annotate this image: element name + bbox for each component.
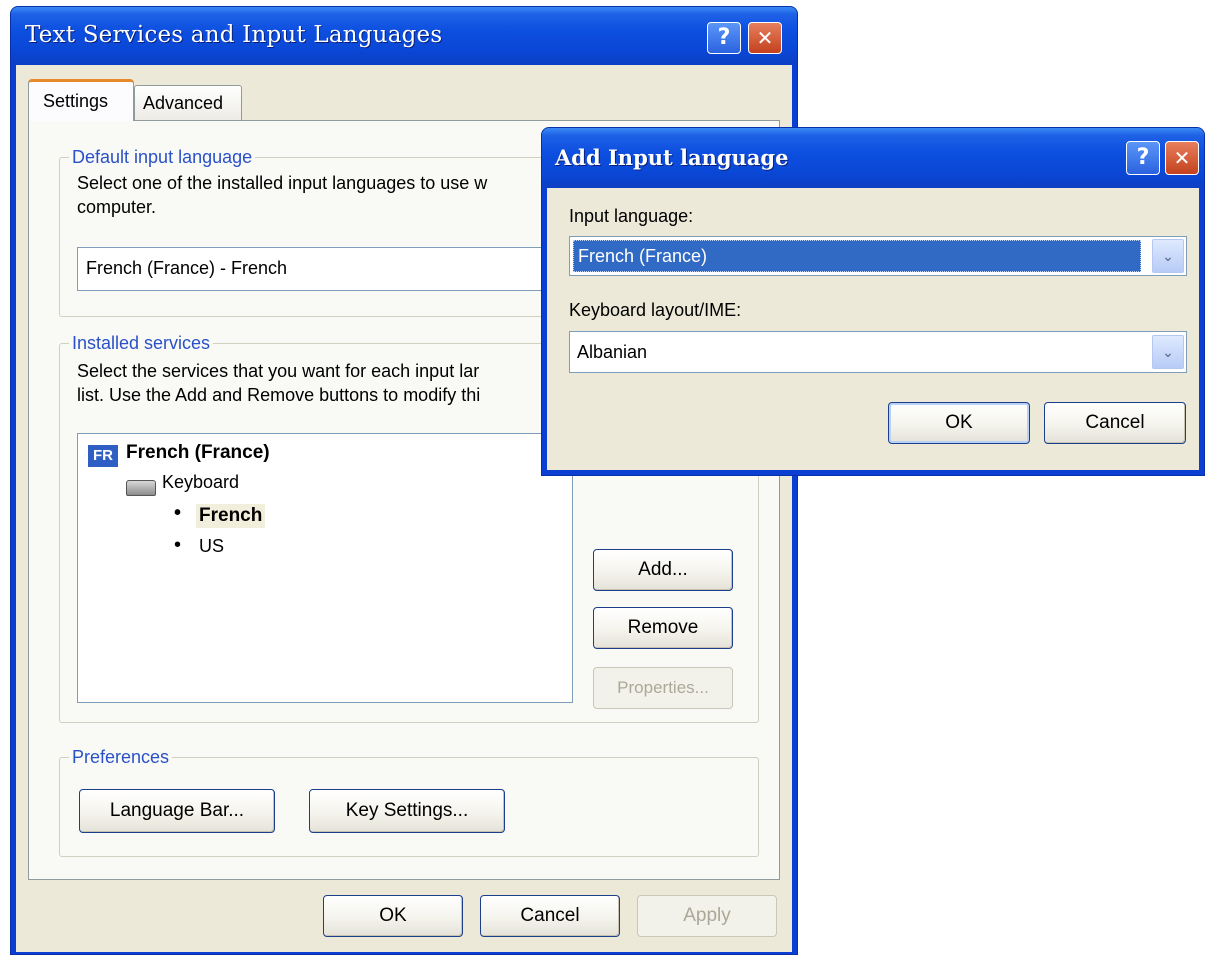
tree-bullet-french: • xyxy=(174,502,182,524)
help-icon[interactable]: ? xyxy=(707,22,741,54)
tab-advanced[interactable]: Advanced xyxy=(134,85,242,121)
key-settings-button[interactable]: Key Settings... xyxy=(309,789,505,833)
chevron-down-icon[interactable]: ⌄ xyxy=(1152,239,1184,273)
tree-item-keyboard[interactable]: Keyboard xyxy=(162,472,239,493)
tab-advanced-label: Advanced xyxy=(143,93,224,113)
add-dialog-titlebar[interactable]: Add Input language ? ✕ xyxy=(542,128,1204,188)
tree-item-layout-french[interactable]: French xyxy=(196,504,266,528)
keyboard-layout-label: Keyboard layout/IME: xyxy=(569,300,742,320)
default-language-combo[interactable]: French (France) - French xyxy=(77,247,547,291)
add-dialog-title: Add Input language xyxy=(555,145,789,170)
default-language-value: French (France) - French xyxy=(86,258,288,278)
default-language-group-label: Default input language xyxy=(69,147,256,168)
tab-settings[interactable]: Settings xyxy=(28,79,134,121)
add-dialog-ok-button[interactable]: OK xyxy=(888,402,1030,444)
installed-services-description-line2: list. Use the Add and Remove buttons to … xyxy=(77,385,481,405)
default-language-description-line2: computer. xyxy=(77,197,157,217)
main-titlebar[interactable]: Text Services and Input Languages ? ✕ xyxy=(11,7,797,65)
add-button[interactable]: Add... xyxy=(593,549,733,591)
tab-settings-label: Settings xyxy=(43,91,109,111)
input-language-label: Input language: xyxy=(569,206,694,226)
input-language-combo[interactable]: French (France) ⌄ xyxy=(569,236,1187,276)
main-cancel-button[interactable]: Cancel xyxy=(480,895,620,937)
default-language-description-line1: Select one of the installed input langua… xyxy=(77,173,488,193)
close-icon[interactable]: ✕ xyxy=(1165,141,1199,175)
add-dialog-client-area: Input language: French (France) ⌄ Keyboa… xyxy=(547,188,1199,470)
add-dialog-cancel-button[interactable]: Cancel xyxy=(1044,402,1186,444)
properties-button[interactable]: Properties... xyxy=(593,667,733,709)
help-icon[interactable]: ? xyxy=(1126,141,1160,175)
close-icon[interactable]: ✕ xyxy=(748,22,782,54)
main-dialog-title: Text Services and Input Languages xyxy=(25,22,443,48)
tree-item-layout-us[interactable]: US xyxy=(199,536,224,557)
language-badge-icon: FR xyxy=(88,445,118,467)
main-ok-button[interactable]: OK xyxy=(323,895,463,937)
input-language-selection: French (France) xyxy=(573,240,1141,272)
keyboard-icon xyxy=(126,480,156,496)
tree-item-language[interactable]: French (France) xyxy=(126,442,270,464)
chevron-down-icon[interactable]: ⌄ xyxy=(1152,335,1184,369)
keyboard-layout-value: Albanian xyxy=(577,342,648,362)
keyboard-layout-combo[interactable]: Albanian ⌄ xyxy=(569,331,1187,373)
language-bar-button[interactable]: Language Bar... xyxy=(79,789,275,833)
add-input-language-dialog: Add Input language ? ✕ Input language: F… xyxy=(541,127,1205,476)
installed-services-description-line1: Select the services that you want for ea… xyxy=(77,361,480,381)
input-language-value: French (France) xyxy=(578,246,708,266)
services-tree[interactable]: FR French (France) Keyboard • French • U… xyxy=(77,433,573,703)
remove-button[interactable]: Remove xyxy=(593,607,733,649)
installed-services-group-label: Installed services xyxy=(69,333,214,354)
preferences-group-label: Preferences xyxy=(69,747,173,768)
apply-button[interactable]: Apply xyxy=(637,895,777,937)
tree-bullet-us: • xyxy=(174,534,182,556)
